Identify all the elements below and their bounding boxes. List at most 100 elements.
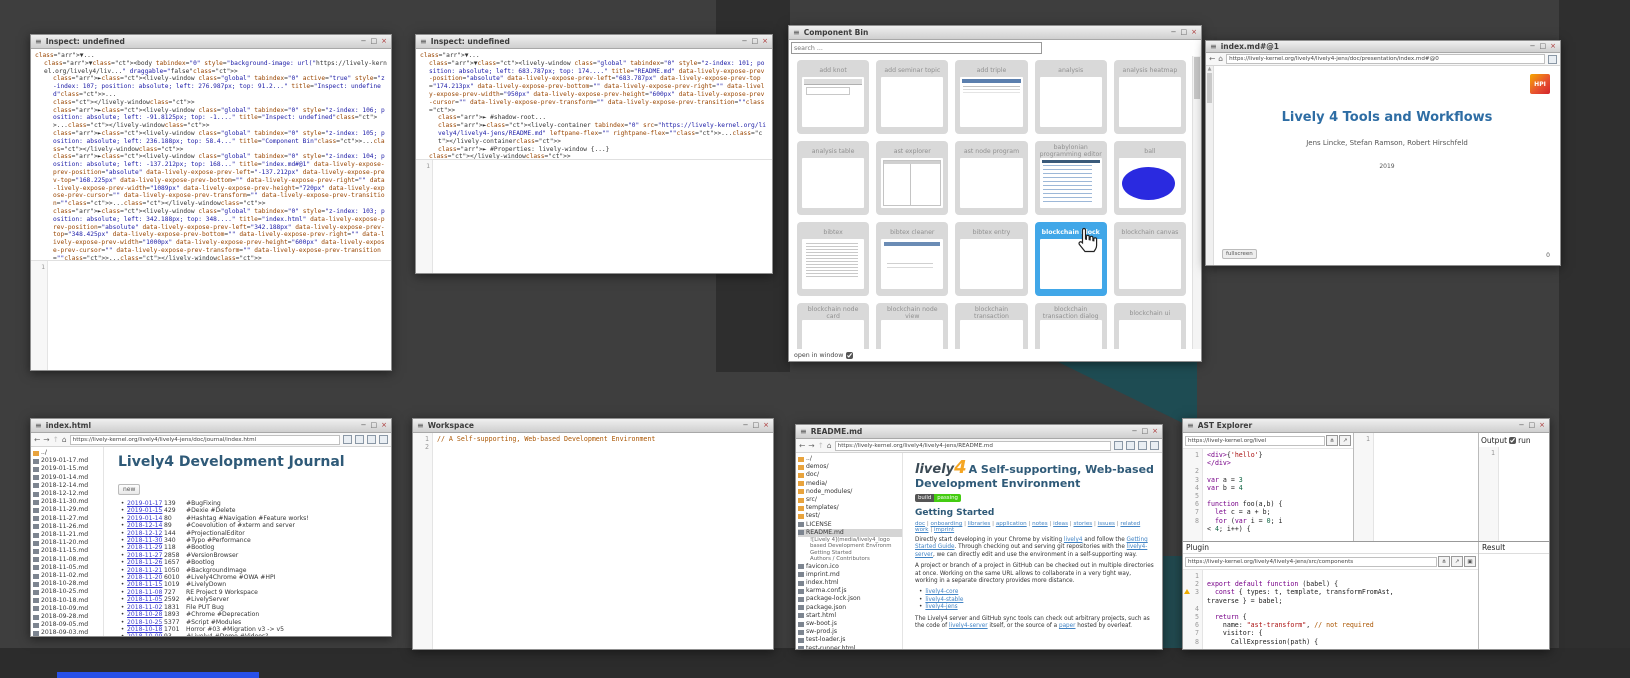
window-menu-icon[interactable]: ≡ xyxy=(1210,43,1217,51)
maximize-icon[interactable]: □ xyxy=(753,422,760,429)
inline-link[interactable]: imprint xyxy=(934,527,954,533)
plugin-editor[interactable]: 123​45678​export default function (babel… xyxy=(1183,570,1478,649)
forward-icon[interactable]: → xyxy=(43,436,49,444)
file-item[interactable]: templates/ xyxy=(798,504,902,512)
new-file-icon[interactable] xyxy=(1548,55,1557,64)
new-button[interactable]: new xyxy=(118,484,140,495)
inline-link[interactable]: notes xyxy=(1032,521,1048,527)
journal-date-link[interactable]: 2018-11-27 xyxy=(127,552,164,559)
file-item[interactable]: 2018-11-20.md xyxy=(33,539,103,547)
file-item[interactable]: 2018-11-30.md xyxy=(33,498,103,506)
journal-date-link[interactable]: 2018-11-30 xyxy=(127,537,164,544)
file-item[interactable]: src/ xyxy=(798,496,902,504)
close-icon[interactable]: × xyxy=(763,422,769,429)
journal-date-link[interactable]: 2018-10-25 xyxy=(127,619,164,626)
journal-date-link[interactable]: 2018-11-08 xyxy=(127,589,164,596)
repo-link[interactable]: lively4-stable xyxy=(925,597,963,604)
window-inspector-1[interactable]: ≡ Inspect: undefined − □ × class="arr">▼… xyxy=(30,34,392,371)
minimize-icon[interactable]: − xyxy=(361,38,367,45)
file-item[interactable]: imprint.md xyxy=(798,571,902,579)
file-item[interactable]: ../ xyxy=(33,449,103,457)
fork-icon[interactable]: ⋔ xyxy=(1438,556,1450,567)
window-menu-icon[interactable]: ≡ xyxy=(35,38,42,46)
journal-date-link[interactable]: 2018-11-21 xyxy=(127,567,164,574)
maximize-icon[interactable]: □ xyxy=(1181,29,1188,36)
window-menu-icon[interactable]: ≡ xyxy=(35,422,42,430)
component-card[interactable]: blockchain canvas xyxy=(1114,222,1186,296)
minimize-icon[interactable]: − xyxy=(1519,422,1525,429)
file-item[interactable]: 2018-09-05.md xyxy=(33,621,103,629)
dom-inspector-tree[interactable]: class="arr">▼...class="arr">▼class="ct">… xyxy=(31,49,391,260)
window-titlebar[interactable]: ≡ Workspace − □ × xyxy=(413,419,773,433)
component-card[interactable]: analysis heatmap xyxy=(1114,60,1186,134)
journal-date-link[interactable]: 2018-12-12 xyxy=(127,530,164,537)
open-in-window-checkbox[interactable] xyxy=(846,352,853,359)
file-item[interactable]: package.json xyxy=(798,604,902,612)
file-item[interactable]: index.html xyxy=(798,579,902,587)
file-item[interactable]: doc/ xyxy=(798,471,902,479)
minimize-icon[interactable]: − xyxy=(1530,43,1536,50)
url-input[interactable] xyxy=(1226,54,1545,64)
window-menu-icon[interactable]: ≡ xyxy=(417,422,424,430)
file-item[interactable]: 2018-11-15.md xyxy=(33,547,103,555)
journal-date-link[interactable]: 2019-01-17 xyxy=(127,500,164,507)
inline-link[interactable]: issues xyxy=(1098,521,1115,527)
new-file-icon[interactable] xyxy=(343,435,352,444)
close-icon[interactable]: × xyxy=(1152,428,1158,435)
up-icon[interactable]: ↑ xyxy=(53,436,59,444)
file-item[interactable]: 2018-11-27.md xyxy=(33,515,103,523)
journal-date-link[interactable]: 2019-01-14 xyxy=(127,515,164,522)
forward-icon[interactable]: → xyxy=(808,442,814,450)
save-icon[interactable]: ▣ xyxy=(1464,556,1476,567)
close-icon[interactable]: × xyxy=(762,38,768,45)
journal-date-link[interactable]: 2018-11-26 xyxy=(127,559,164,566)
window-titlebar[interactable]: ≡ Inspect: undefined − □ × xyxy=(416,35,772,49)
journal-date-link[interactable]: 2018-10-28 xyxy=(127,611,164,618)
file-item[interactable]: LICENSE xyxy=(798,521,902,529)
fork-icon[interactable]: ⋔ xyxy=(1326,435,1338,446)
file-item[interactable]: sw-prod.js xyxy=(798,628,902,636)
component-card[interactable]: add seminar topic xyxy=(876,60,948,134)
journal-date-link[interactable]: 2018-10-09 xyxy=(127,633,164,636)
maximize-icon[interactable]: □ xyxy=(752,38,759,45)
file-item[interactable]: sw-boot.js xyxy=(798,620,902,628)
inline-link[interactable]: lively4 xyxy=(1064,537,1083,543)
file-item[interactable]: 2018-11-08.md xyxy=(33,556,103,564)
journal-date-link[interactable]: 2018-12-14 xyxy=(127,522,164,529)
source-url-input[interactable] xyxy=(1185,436,1325,446)
maximize-icon[interactable]: □ xyxy=(1540,43,1547,50)
up-icon[interactable]: ↑ xyxy=(818,442,824,450)
maximize-icon[interactable]: □ xyxy=(371,38,378,45)
component-card[interactable]: bibtex cleaner xyxy=(876,222,948,296)
file-item[interactable]: 2018-10-28.md xyxy=(33,580,103,588)
file-item[interactable]: 2019-01-15.md xyxy=(33,465,103,473)
window-menu-icon[interactable]: ≡ xyxy=(793,29,800,37)
minimize-icon[interactable]: − xyxy=(1171,29,1177,36)
file-item[interactable]: package-lock.json xyxy=(798,595,902,603)
file-item[interactable]: 2018-12-14.md xyxy=(33,482,103,490)
workspace-editor[interactable]: 12// A Self-supporting, Web-based Develo… xyxy=(413,433,773,649)
minimize-icon[interactable]: − xyxy=(361,422,367,429)
component-card[interactable]: analysis table xyxy=(797,141,869,215)
file-item[interactable]: test-loader.js xyxy=(798,636,902,644)
inline-link[interactable]: lively4-server xyxy=(949,623,988,629)
file-item[interactable]: 2018-10-18.md xyxy=(33,597,103,605)
file-item[interactable]: ../ xyxy=(798,455,902,463)
file-item[interactable]: 2018-09-28.md xyxy=(33,613,103,621)
component-card[interactable]: blockchain node card xyxy=(797,303,869,349)
journal-date-link[interactable]: 2018-11-29 xyxy=(127,544,164,551)
file-item[interactable]: 2018-10-09.md xyxy=(33,605,103,613)
file-item[interactable]: 2018-11-26.md xyxy=(33,523,103,531)
scrollbar[interactable] xyxy=(1192,56,1201,349)
window-titlebar[interactable]: ≡ Component Bin − □ × xyxy=(789,26,1201,40)
inspector-code-pane[interactable]: 1 xyxy=(31,260,391,370)
file-item[interactable]: 2019-01-14.md xyxy=(33,474,103,482)
window-menu-icon[interactable]: ≡ xyxy=(1187,422,1194,430)
minimize-icon[interactable]: − xyxy=(743,422,749,429)
component-card[interactable]: bibtex entry xyxy=(955,222,1027,296)
search-input[interactable] xyxy=(791,42,1042,54)
back-icon[interactable]: ← xyxy=(34,436,40,444)
url-input[interactable] xyxy=(835,441,1111,451)
component-card[interactable]: ast explorer xyxy=(876,141,948,215)
repo-link[interactable]: lively4-core xyxy=(925,589,958,596)
